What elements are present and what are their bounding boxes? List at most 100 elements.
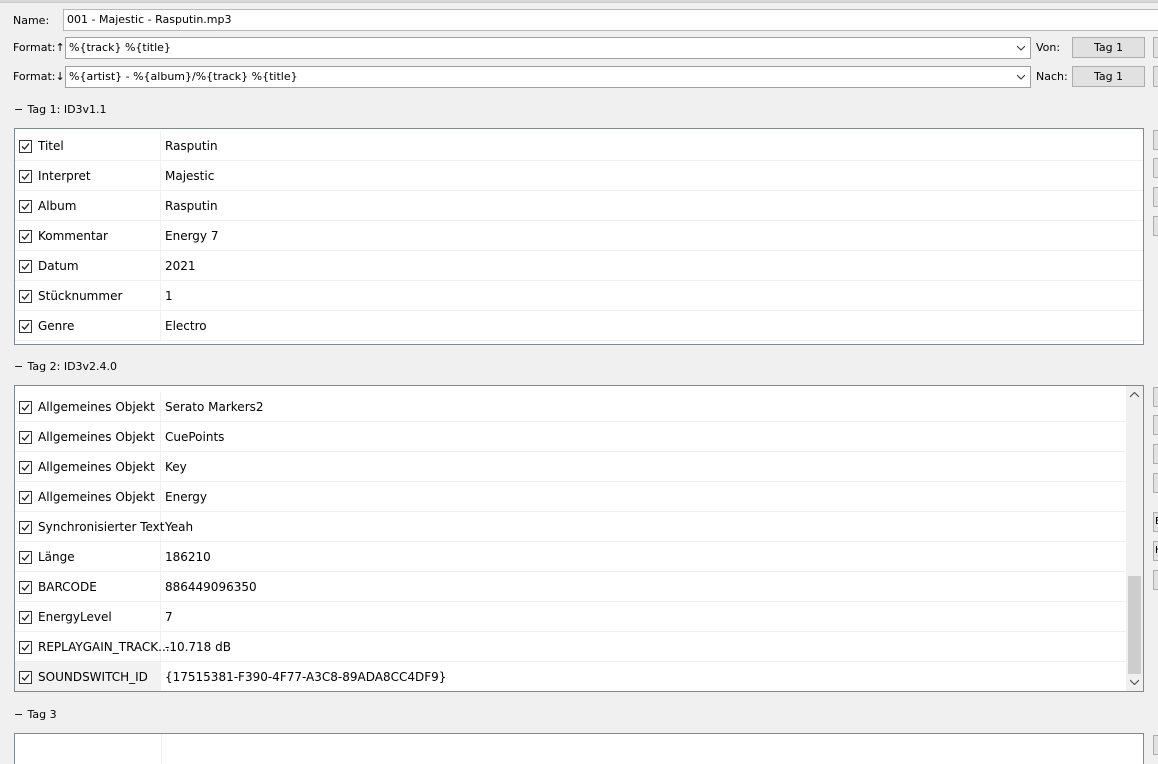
tag3-section-header[interactable]: − Tag 3: [14, 708, 57, 721]
field-value[interactable]: Energy: [165, 482, 207, 512]
tag3-table[interactable]: [14, 733, 1144, 764]
field-value[interactable]: Serato Markers2: [165, 392, 264, 422]
scrollbar-thumb[interactable]: [1128, 576, 1141, 674]
field-name: EnergyLevel: [38, 610, 112, 624]
field-name-cell: Album: [15, 191, 161, 221]
tag1-table[interactable]: Titel Rasputin Interpret Majestic Album Raspu…: [14, 128, 1144, 345]
field-name-cell: Synchronisierter Text: [15, 512, 165, 542]
table-row[interactable]: SOUNDSWITCH_ID {17515381-F390-4F77-A3C8-8…: [15, 662, 1126, 691]
field-name: Stücknummer: [38, 289, 123, 303]
field-value[interactable]: 7: [165, 602, 173, 632]
table-row[interactable]: Synchronisierter Text Yeah: [15, 512, 1126, 542]
field-value[interactable]: -10.718 dB: [165, 632, 231, 662]
field-value[interactable]: 186210: [165, 542, 211, 572]
scroll-up-icon[interactable]: [1130, 392, 1139, 398]
field-value[interactable]: Majestic: [165, 161, 214, 191]
field-name: Allgemeines Objekt: [38, 460, 155, 474]
checkbox-checked-icon[interactable]: [19, 230, 32, 243]
table-row[interactable]: Allgemeines Objekt Key: [15, 452, 1126, 482]
checkbox-checked-icon[interactable]: [19, 431, 32, 444]
checkbox-checked-icon[interactable]: [19, 551, 32, 564]
side-button[interactable]: [1153, 130, 1158, 150]
field-name: Länge: [38, 550, 75, 564]
field-name-cell: EnergyLevel: [15, 602, 161, 632]
checkbox-checked-icon[interactable]: [19, 290, 32, 303]
field-name: Titel: [38, 139, 64, 153]
collapse-icon[interactable]: −: [14, 360, 24, 373]
side-button[interactable]: [1153, 444, 1158, 464]
field-name-cell: Interpret: [15, 161, 161, 191]
name-input[interactable]: 001 - Majestic - Rasputin.mp3: [63, 9, 1158, 31]
side-button-e[interactable]: E: [1153, 512, 1158, 532]
checkbox-checked-icon[interactable]: [19, 671, 32, 684]
field-value[interactable]: Rasputin: [165, 191, 218, 221]
checkbox-checked-icon[interactable]: [19, 401, 32, 414]
checkbox-checked-icon[interactable]: [19, 170, 32, 183]
field-name-cell: Allgemeines Objekt: [15, 482, 161, 512]
format-down-combobox[interactable]: %{artist} - %{album}/%{track} %{title}: [65, 66, 1031, 88]
checkbox-checked-icon[interactable]: [19, 260, 32, 273]
side-button[interactable]: [1153, 158, 1158, 178]
nach-tag-button[interactable]: Tag 1: [1072, 66, 1145, 87]
side-button-h[interactable]: H: [1153, 541, 1158, 561]
table-row[interactable]: Genre Electro: [15, 311, 1143, 341]
checkbox-checked-icon[interactable]: [19, 200, 32, 213]
side-button-edge[interactable]: [1153, 66, 1158, 87]
scroll-down-icon[interactable]: [1130, 679, 1139, 685]
checkbox-checked-icon[interactable]: [19, 461, 32, 474]
checkbox-checked-icon[interactable]: [19, 611, 32, 624]
table-row[interactable]: Allgemeines Objekt Serato Markers2: [15, 392, 1126, 422]
table-row[interactable]: Stücknummer 1: [15, 281, 1143, 311]
side-button[interactable]: [1153, 415, 1158, 435]
table-row[interactable]: REPLAYGAIN_TRACK... -10.718 dB: [15, 632, 1126, 662]
field-value[interactable]: 2021: [165, 251, 196, 281]
tag2-table[interactable]: Allgemeines Objekt Serato Markers2 Allgeme…: [14, 385, 1144, 692]
tag2-section-header[interactable]: − Tag 2: ID3v2.4.0: [14, 360, 117, 373]
side-button[interactable]: [1153, 570, 1158, 590]
field-value[interactable]: Yeah: [165, 512, 193, 542]
table-row[interactable]: Kommentar Energy 7: [15, 221, 1143, 251]
field-name-cell: Genre: [15, 311, 161, 341]
table-row[interactable]: EnergyLevel 7: [15, 602, 1126, 632]
table-row[interactable]: Länge 186210: [15, 542, 1126, 572]
field-value[interactable]: CuePoints: [165, 422, 224, 452]
table-row[interactable]: Allgemeines Objekt CuePoints: [15, 422, 1126, 452]
field-value[interactable]: Rasputin: [165, 131, 218, 161]
format-up-combobox[interactable]: %{track} %{title}: [65, 37, 1031, 59]
tag1-section-header[interactable]: − Tag 1: ID3v1.1: [14, 103, 107, 116]
table-row[interactable]: Datum 2021: [15, 251, 1143, 281]
format-down-label: Format:↓: [13, 70, 65, 83]
table-row[interactable]: BARCODE 886449096350: [15, 572, 1126, 602]
checkbox-checked-icon[interactable]: [19, 641, 32, 654]
von-tag-button[interactable]: Tag 1: [1072, 37, 1145, 58]
side-button-edge[interactable]: [1153, 37, 1158, 58]
table-row[interactable]: Album Rasputin: [15, 191, 1143, 221]
field-value[interactable]: Energy 7: [165, 221, 218, 251]
checkbox-checked-icon[interactable]: [19, 491, 32, 504]
table-row[interactable]: Interpret Majestic: [15, 161, 1143, 191]
collapse-icon[interactable]: −: [14, 103, 24, 116]
side-button[interactable]: [1153, 735, 1158, 755]
collapse-icon[interactable]: −: [14, 708, 24, 721]
checkbox-checked-icon[interactable]: [19, 140, 32, 153]
table-row[interactable]: Allgemeines Objekt Energy: [15, 482, 1126, 512]
checkbox-checked-icon[interactable]: [19, 320, 32, 333]
field-name-cell: Allgemeines Objekt: [15, 392, 161, 422]
field-value[interactable]: {17515381-F390-4F77-A3C8-89ADA8CC4DF9}: [165, 662, 446, 691]
side-button[interactable]: [1153, 187, 1158, 207]
field-name: Kommentar: [38, 229, 108, 243]
field-name-cell: Allgemeines Objekt: [15, 452, 161, 482]
field-value[interactable]: Electro: [165, 311, 207, 341]
side-button[interactable]: [1153, 216, 1158, 236]
field-value[interactable]: 886449096350: [165, 572, 257, 602]
field-value[interactable]: 1: [165, 281, 173, 311]
tag2-title: Tag 2: ID3v2.4.0: [27, 360, 118, 373]
vertical-scrollbar[interactable]: [1126, 386, 1143, 691]
side-button[interactable]: [1153, 387, 1158, 407]
checkbox-checked-icon[interactable]: [19, 521, 32, 534]
table-row[interactable]: Titel Rasputin: [15, 131, 1143, 161]
side-button[interactable]: [1153, 473, 1158, 493]
checkbox-checked-icon[interactable]: [19, 581, 32, 594]
tag1-title: Tag 1: ID3v1.1: [27, 103, 107, 116]
field-value[interactable]: Key: [165, 452, 187, 482]
